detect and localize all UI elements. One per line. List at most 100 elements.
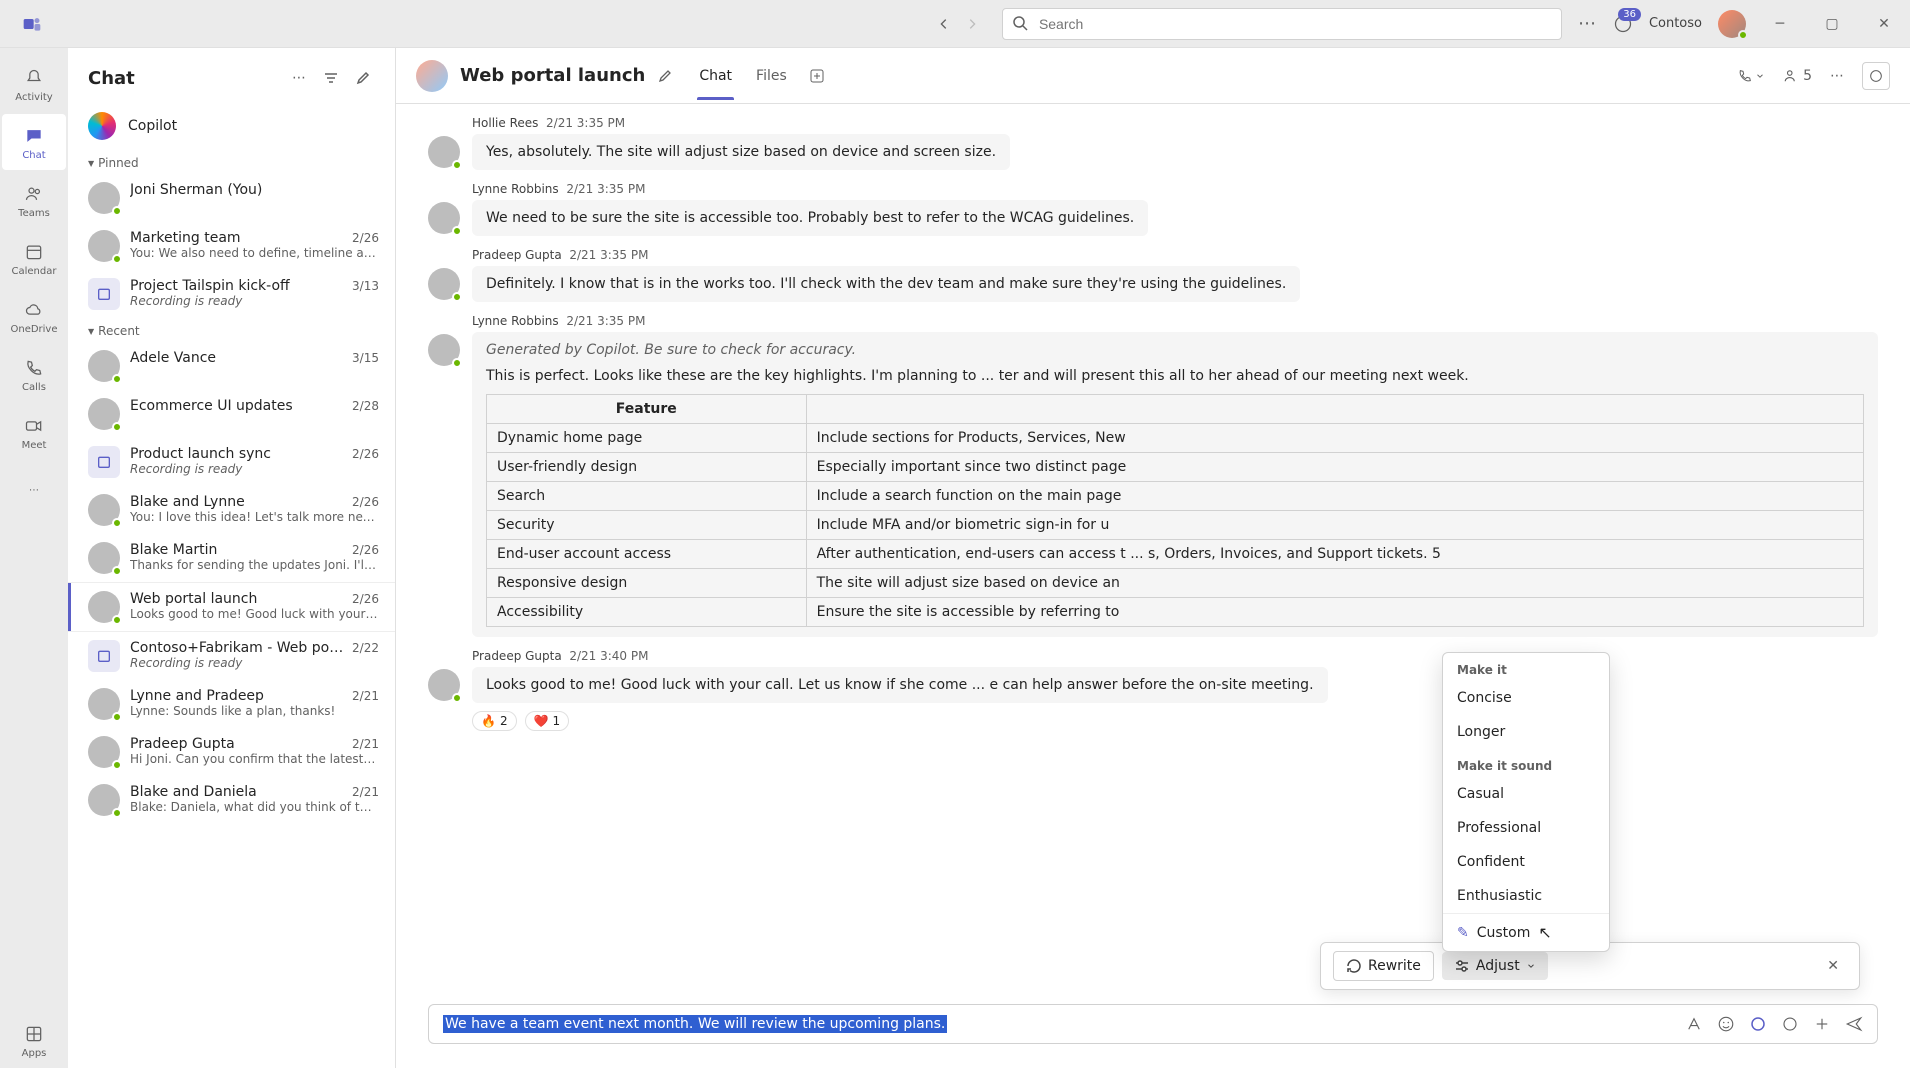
chat-item-title: Ecommerce UI updates: [130, 398, 293, 414]
chat-item-preview: Recording is ready: [130, 294, 379, 308]
adjust-option-custom[interactable]: ✎ Custom ↖: [1443, 913, 1609, 951]
rail-more[interactable]: ⋯: [2, 462, 66, 518]
conversation-more-button[interactable]: ⋯: [1830, 68, 1844, 84]
chat-item-avatar: [88, 542, 120, 574]
filter-button[interactable]: [319, 66, 343, 90]
chat-list-item[interactable]: Contoso+Fabrikam - Web portal ki... 2/22R…: [68, 632, 395, 680]
new-chat-button[interactable]: [351, 66, 375, 90]
chat-item-avatar: [88, 688, 120, 720]
adjust-menu-header-sound: Make it sound: [1443, 749, 1609, 777]
recent-section-header[interactable]: ▼Recent: [68, 318, 395, 342]
rail-apps[interactable]: Apps: [2, 1012, 66, 1068]
adjust-button[interactable]: Adjust: [1442, 952, 1548, 980]
chat-item-preview: You: We also need to define, timeline an…: [130, 246, 379, 260]
chat-list-item[interactable]: Product launch sync 2/26Recording is read…: [68, 438, 395, 486]
adjust-option-concise[interactable]: Concise: [1443, 681, 1609, 715]
tab-files[interactable]: Files: [754, 52, 789, 100]
chat-list-more-button[interactable]: ⋯: [287, 66, 311, 90]
chat-item-preview: Blake: Daniela, what did you think of th…: [130, 800, 379, 814]
chat-item-preview: Recording is ready: [130, 656, 379, 670]
message-text: This is perfect. Looks like these are th…: [486, 368, 1864, 384]
chat-list-item[interactable]: Ecommerce UI updates 2/28: [68, 390, 395, 438]
notifications-button[interactable]: 36: [1613, 14, 1633, 34]
table-row: End-user account accessAfter authenticat…: [487, 540, 1864, 569]
chat-item-title: Joni Sherman (You): [130, 182, 262, 198]
conversation-header: Web portal launch Chat Files 5 ⋯: [396, 48, 1910, 104]
adjust-option-professional[interactable]: Professional: [1443, 811, 1609, 845]
conversation-pane: Web portal launch Chat Files 5 ⋯ Hollie …: [396, 48, 1910, 1068]
chat-item-title: Product launch sync: [130, 446, 271, 462]
nav-back-button[interactable]: [930, 10, 958, 38]
calendar-icon: [22, 240, 46, 264]
chat-list-item[interactable]: Joni Sherman (You): [68, 174, 395, 222]
table-row: SecurityInclude MFA and/or biometric sig…: [487, 511, 1864, 540]
nav-forward-button[interactable]: [958, 10, 986, 38]
chat-item-preview: Looks good to me! Good luck with your ca…: [130, 607, 379, 621]
user-avatar[interactable]: [1718, 10, 1746, 38]
compose-draft-text[interactable]: We have a team event next month. We will…: [443, 1015, 947, 1033]
adjust-option-enthusiastic[interactable]: Enthusiastic: [1443, 879, 1609, 913]
bell-icon: [22, 66, 46, 90]
add-tab-button[interactable]: [809, 68, 825, 84]
open-copilot-button[interactable]: [1862, 62, 1890, 90]
reaction-pill[interactable]: ❤️1: [525, 711, 570, 731]
rename-chat-button[interactable]: [657, 68, 673, 84]
more-options-button[interactable]: ⋯: [1578, 13, 1597, 34]
rail-activity[interactable]: Activity: [2, 56, 66, 112]
rail-meet[interactable]: Meet: [2, 404, 66, 460]
chat-list-item[interactable]: Marketing team2/26You: We also need to d…: [68, 222, 395, 270]
adjust-option-longer[interactable]: Longer: [1443, 715, 1609, 749]
chat-item-date: 2/26: [352, 447, 379, 461]
chat-item-preview: Lynne: Sounds like a plan, thanks!: [130, 704, 379, 718]
chat-list-item[interactable]: Pradeep Gupta2/21Hi Joni. Can you confir…: [68, 728, 395, 776]
search-input[interactable]: [1002, 8, 1562, 40]
phone-icon: [22, 356, 46, 380]
adjust-option-casual[interactable]: Casual: [1443, 777, 1609, 811]
chat-list-item[interactable]: Blake and Daniela2/21Blake: Daniela, wha…: [68, 776, 395, 824]
chat-list-item[interactable]: Web portal launch2/26Looks good to me! G…: [68, 582, 395, 632]
messages-scroll[interactable]: Hollie Rees 2/21 3:35 PMYes, absolutely.…: [396, 104, 1910, 988]
compose-add-button[interactable]: [1813, 1015, 1831, 1033]
window-minimize-button[interactable]: ─: [1762, 8, 1798, 40]
chat-list-item[interactable]: Blake and Lynne2/26You: I love this idea…: [68, 486, 395, 534]
sidebar-copilot[interactable]: Copilot: [68, 102, 395, 150]
chat-item-date: 2/28: [352, 399, 379, 413]
copilot-disclaimer: Generated by Copilot. Be sure to check f…: [486, 342, 1864, 358]
chat-list-item[interactable]: Project Tailspin kick-off3/13Recording i…: [68, 270, 395, 318]
send-button[interactable]: [1845, 1015, 1863, 1033]
tab-chat[interactable]: Chat: [697, 52, 734, 100]
rail-teams[interactable]: Teams: [2, 172, 66, 228]
compose-box[interactable]: We have a team event next month. We will…: [428, 1004, 1878, 1044]
chat-item-avatar: [88, 640, 120, 672]
reaction-pill[interactable]: 🔥2: [472, 711, 517, 731]
chat-item-preview: Recording is ready: [130, 462, 379, 476]
chat-item-preview: You: I love this idea! Let's talk more n…: [130, 510, 379, 524]
global-search: [1002, 8, 1562, 40]
copilot-compose-button[interactable]: [1749, 1015, 1767, 1033]
rail-calls[interactable]: Calls: [2, 346, 66, 402]
table-row: User-friendly designEspecially important…: [487, 453, 1864, 482]
chat-item-avatar: [88, 494, 120, 526]
rail-onedrive[interactable]: OneDrive: [2, 288, 66, 344]
avatar: [428, 268, 460, 300]
rail-chat[interactable]: Chat: [2, 114, 66, 170]
chat-item-date: 2/22: [352, 641, 379, 655]
rewrite-button[interactable]: Rewrite: [1333, 951, 1434, 981]
chat-item-title: Contoso+Fabrikam - Web portal ki...: [130, 640, 346, 656]
participants-button[interactable]: 5: [1783, 67, 1812, 85]
copilot-bar-close-button[interactable]: ✕: [1819, 954, 1847, 978]
emoji-button[interactable]: [1717, 1015, 1735, 1033]
chat-item-title: Pradeep Gupta: [130, 736, 235, 752]
rail-calendar[interactable]: Calendar: [2, 230, 66, 286]
adjust-option-confident[interactable]: Confident: [1443, 845, 1609, 879]
window-close-button[interactable]: ✕: [1866, 8, 1902, 40]
format-button[interactable]: [1685, 1015, 1703, 1033]
window-maximize-button[interactable]: ▢: [1814, 8, 1850, 40]
chat-list-item[interactable]: Blake Martin2/26Thanks for sending the u…: [68, 534, 395, 582]
pinned-section-header[interactable]: ▼Pinned: [68, 150, 395, 174]
message-text: Looks good to me! Good luck with your ca…: [472, 667, 1328, 703]
chat-list-item[interactable]: Adele Vance3/15: [68, 342, 395, 390]
loop-button[interactable]: [1781, 1015, 1799, 1033]
chat-list-item[interactable]: Lynne and Pradeep2/21Lynne: Sounds like …: [68, 680, 395, 728]
call-button[interactable]: [1737, 68, 1765, 84]
